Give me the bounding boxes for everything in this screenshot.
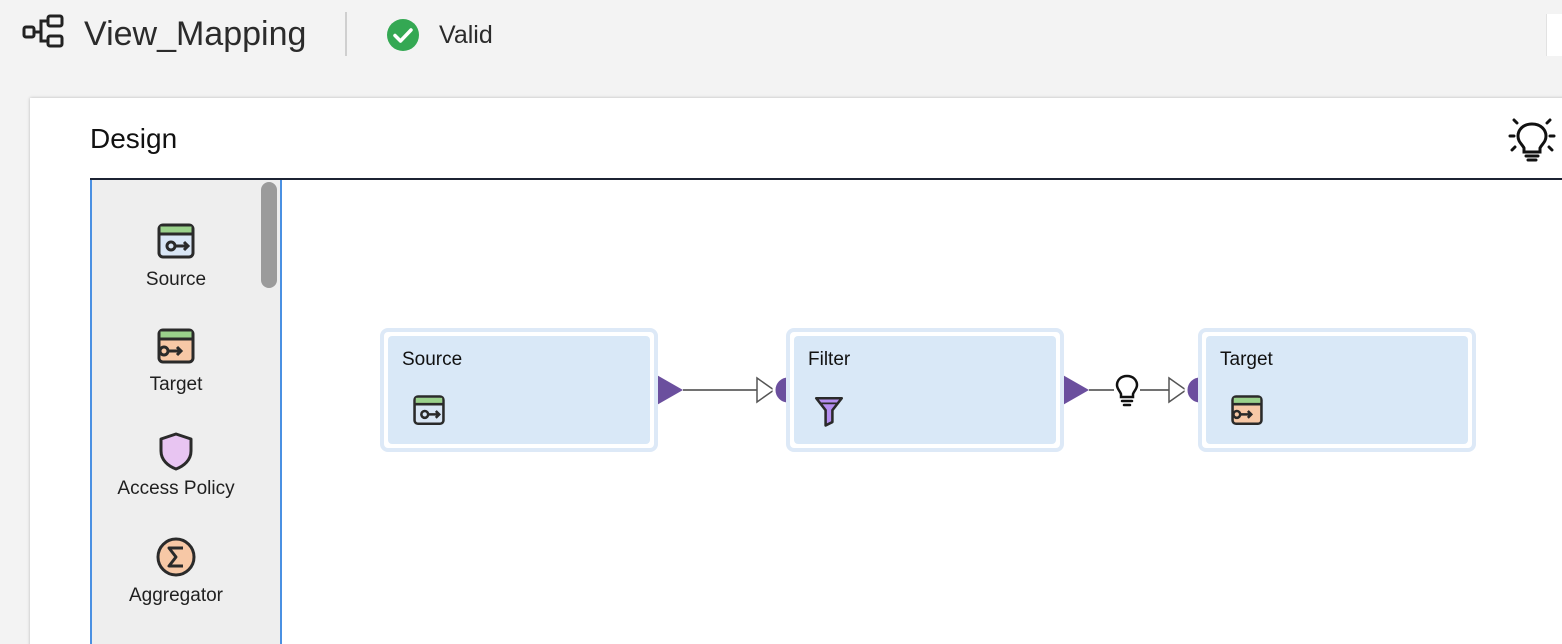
node-title: Target bbox=[1220, 349, 1273, 370]
funnel-icon bbox=[814, 396, 844, 427]
node-target[interactable]: Target bbox=[1198, 328, 1476, 452]
palette-item-aggregator[interactable]: Aggregator bbox=[92, 536, 260, 608]
target-icon bbox=[157, 328, 195, 364]
node-title: Source bbox=[402, 349, 463, 370]
right-toolbar-edge bbox=[1546, 14, 1562, 56]
target-icon bbox=[1231, 395, 1263, 426]
canvas-border bbox=[90, 178, 1562, 180]
palette-item-access-policy[interactable]: Access Policy bbox=[92, 431, 260, 501]
palette-scrollbar[interactable] bbox=[261, 182, 277, 288]
sigma-icon bbox=[156, 537, 196, 577]
node-filter[interactable]: Filter bbox=[786, 328, 1064, 452]
mapping-flow-icon bbox=[22, 14, 64, 48]
design-title: Design bbox=[90, 123, 178, 154]
palette-item-target[interactable]: Target bbox=[92, 327, 260, 397]
top-bar: View_Mapping Valid bbox=[0, 0, 1562, 70]
source-icon bbox=[157, 223, 195, 259]
check-circle-icon bbox=[387, 19, 419, 51]
palette-label: Access Policy bbox=[117, 478, 235, 499]
divider bbox=[345, 12, 347, 56]
node-source[interactable]: Source bbox=[380, 328, 658, 452]
mapping-title: View_Mapping bbox=[84, 15, 307, 53]
palette-label: Target bbox=[149, 374, 203, 395]
lightbulb-icon[interactable] bbox=[1506, 114, 1558, 166]
palette-label: Aggregator bbox=[128, 585, 223, 606]
source-icon bbox=[413, 395, 445, 426]
palette-label: Source bbox=[145, 269, 207, 290]
validation-status: Valid bbox=[439, 21, 493, 49]
node-title: Filter bbox=[808, 349, 851, 370]
palette-item-source[interactable]: Source bbox=[92, 222, 260, 292]
shield-icon bbox=[159, 432, 193, 471]
